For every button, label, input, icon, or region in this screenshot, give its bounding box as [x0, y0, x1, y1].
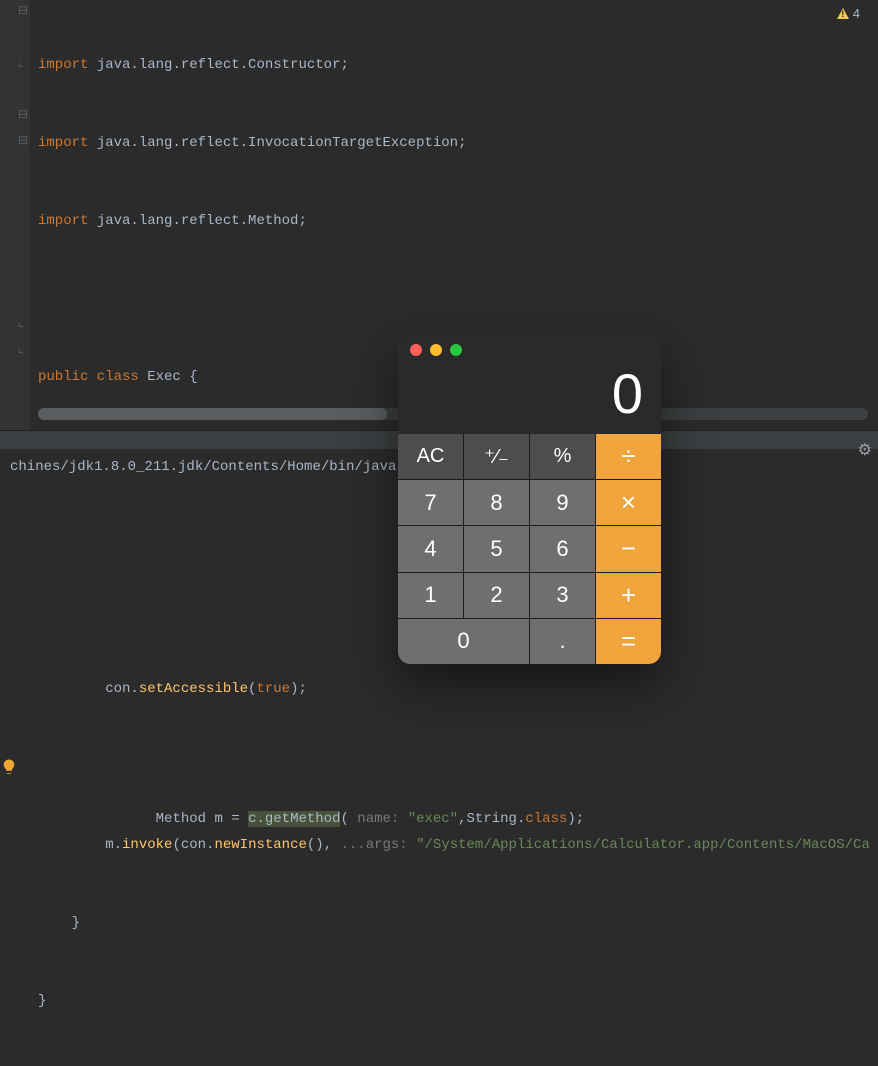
key-7[interactable]: 7	[398, 480, 463, 525]
method-setaccessible: setAccessible	[139, 681, 248, 697]
key-plus-minus[interactable]: ⁺⁄₋	[464, 434, 529, 479]
console-line: chines/jdk1.8.0_211.jdk/Contents/Home/bi…	[10, 459, 396, 475]
key-0[interactable]: 0	[398, 619, 529, 664]
minimize-icon[interactable]	[430, 344, 442, 356]
intention-bulb-icon[interactable]	[0, 758, 18, 776]
import-path: java.lang.reflect.InvocationTargetExcept…	[97, 135, 467, 151]
key-9[interactable]: 9	[530, 480, 595, 525]
string-literal: "/System/Applications/Calculator.app/Con…	[416, 837, 870, 853]
brace: {	[181, 369, 198, 385]
key-6[interactable]: 6	[530, 526, 595, 571]
key-add[interactable]: +	[596, 573, 661, 618]
zoom-icon[interactable]	[450, 344, 462, 356]
brace: }	[72, 915, 80, 931]
key-5[interactable]: 5	[464, 526, 529, 571]
calc-display: 0	[416, 364, 643, 424]
key-multiply[interactable]: ×	[596, 480, 661, 525]
key-3[interactable]: 3	[530, 573, 595, 618]
import-path: java.lang.reflect.Constructor;	[97, 57, 349, 73]
kw-import: import	[38, 57, 88, 73]
string-literal: "exec"	[408, 811, 458, 827]
kw-import: import	[38, 135, 88, 151]
fold-toggle-icon[interactable]: ⊟	[18, 110, 28, 120]
key-percent[interactable]: %	[530, 434, 595, 479]
fold-end-icon: ⌞	[18, 318, 28, 328]
close-icon[interactable]	[410, 344, 422, 356]
gear-icon[interactable]: ⚙	[858, 440, 872, 460]
key-4[interactable]: 4	[398, 526, 463, 571]
method-invoke: invoke	[122, 837, 172, 853]
calculator-window[interactable]: 0 AC ⁺⁄₋ % ÷ 7 8 9 × 4 5 6 − 1 2 3 + 0 .…	[398, 334, 661, 664]
inlay-hint: ...args:	[341, 837, 417, 853]
key-8[interactable]: 8	[464, 480, 529, 525]
fold-end-icon: ⌞	[18, 344, 28, 354]
window-controls	[410, 344, 462, 356]
scrollbar-thumb[interactable]	[38, 408, 387, 420]
key-1[interactable]: 1	[398, 573, 463, 618]
key-equals[interactable]: =	[596, 619, 661, 664]
fold-end-icon: ⌞	[18, 58, 28, 68]
call-getmethod: c.getMethod	[248, 811, 340, 827]
fold-toggle-icon[interactable]: ⊟	[18, 6, 28, 16]
key-ac[interactable]: AC	[398, 434, 463, 479]
fold-toggle-icon[interactable]: ⊟	[18, 136, 28, 146]
kw-import: import	[38, 213, 88, 229]
class-name: Exec	[147, 369, 181, 385]
key-subtract[interactable]: −	[596, 526, 661, 571]
fold-column: ⊟ ⌞ ⊟ ⊟ ⌞ ⌞	[17, 0, 31, 430]
key-divide[interactable]: ÷	[596, 434, 661, 479]
import-path: java.lang.reflect.Method;	[97, 213, 307, 229]
key-2[interactable]: 2	[464, 573, 529, 618]
calc-keypad: AC ⁺⁄₋ % ÷ 7 8 9 × 4 5 6 − 1 2 3 + 0 . =	[398, 434, 661, 664]
kw-public-class: public class	[38, 369, 147, 385]
method-newinstance: newInstance	[214, 837, 306, 853]
brace: }	[38, 993, 46, 1009]
inlay-hint: name:	[349, 811, 408, 827]
key-decimal[interactable]: .	[530, 619, 595, 664]
